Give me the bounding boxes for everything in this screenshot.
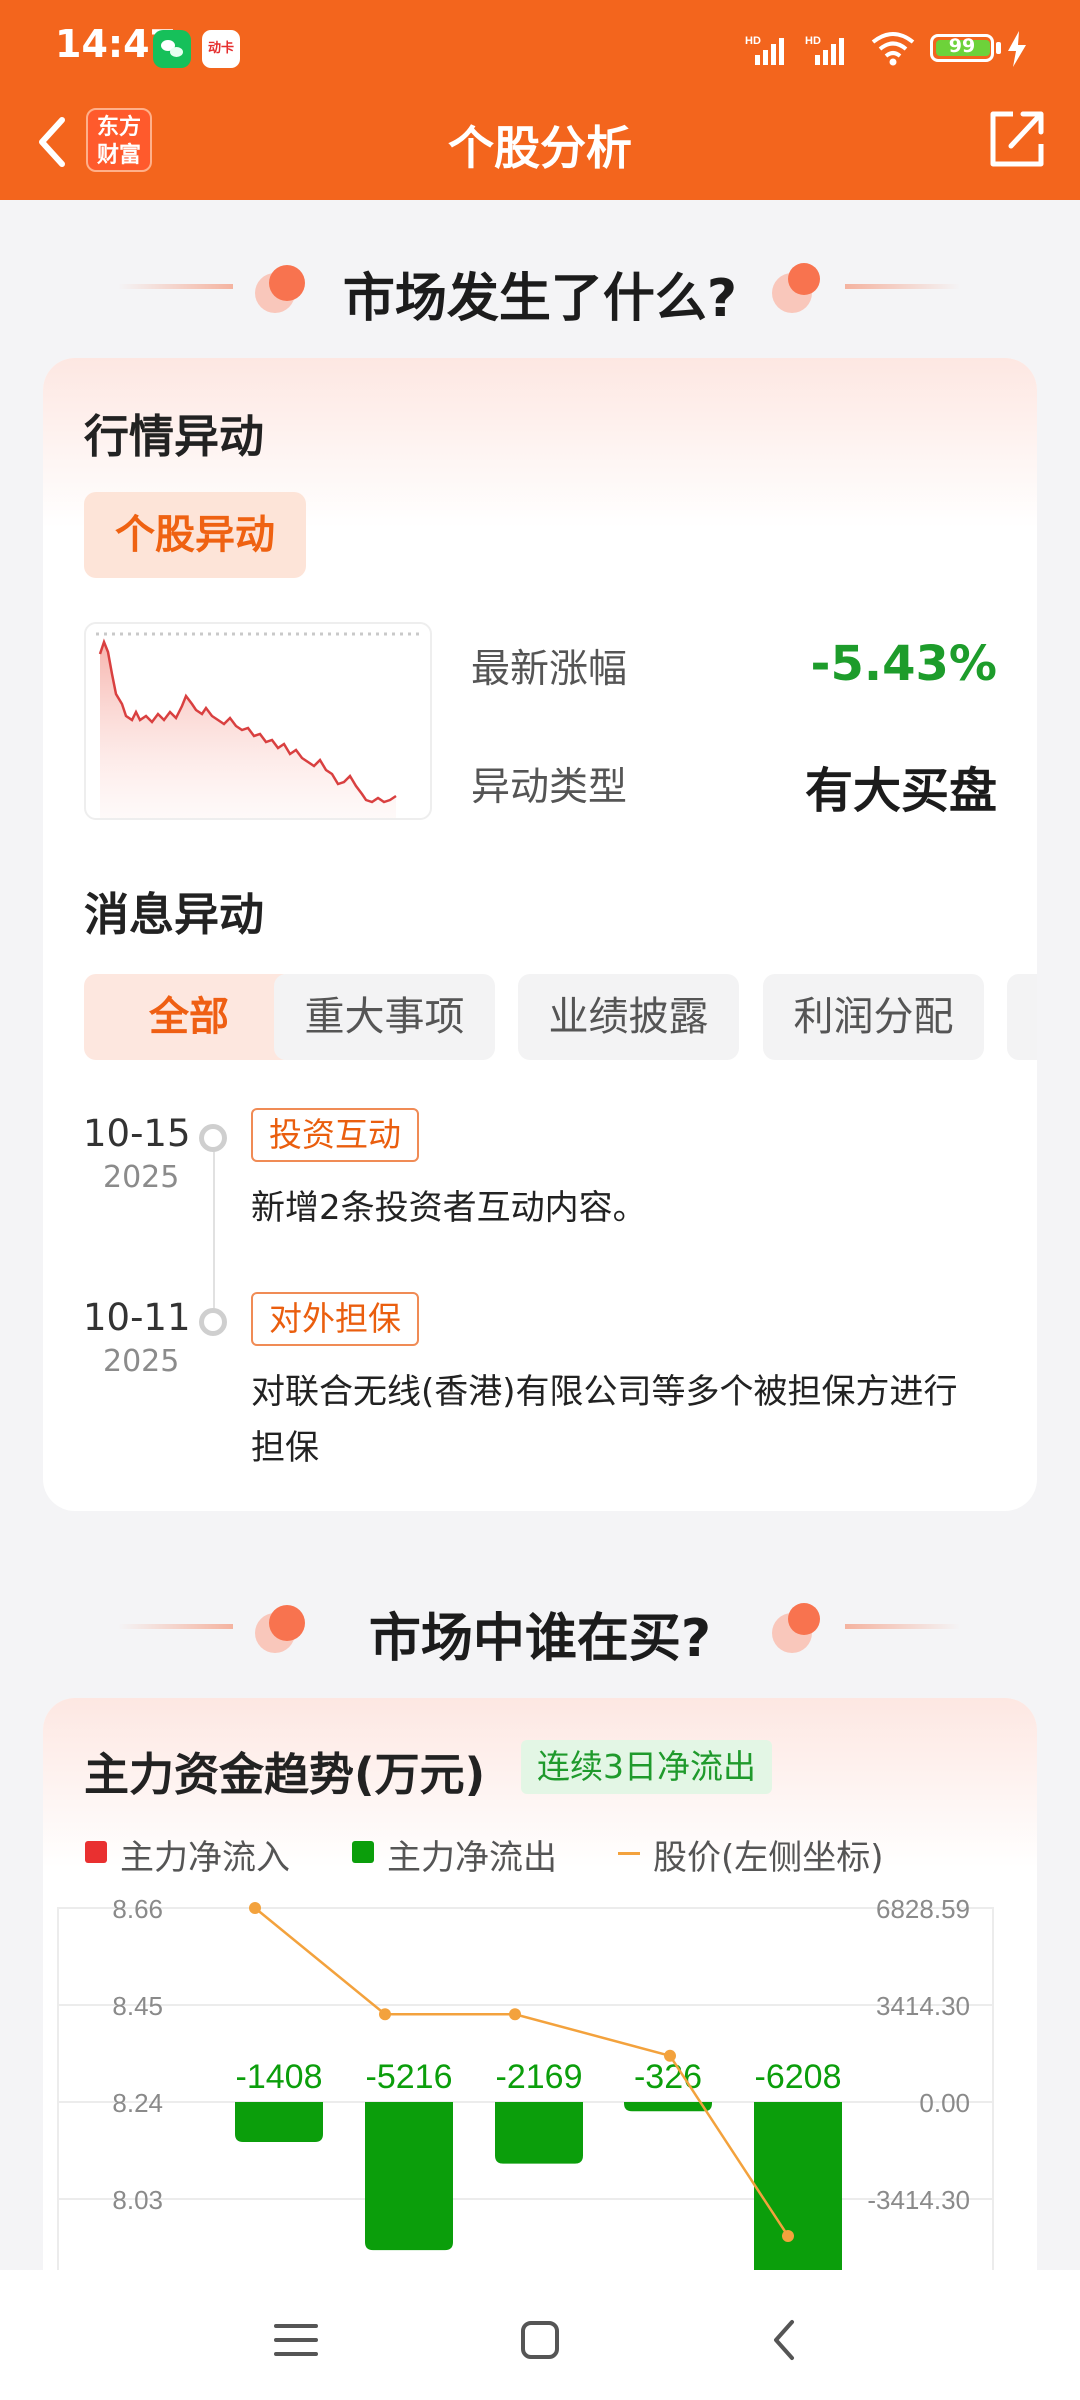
anomaly-type-label: 异动类型 (471, 765, 628, 810)
anomaly-type-value: 有大买盘 (804, 763, 997, 819)
bar-value-label: -2169 (496, 2058, 583, 2096)
timeline-text: 对联合无线(香港)有限公司等多个被担保方进行担保 (251, 1372, 958, 1468)
legend-inflow[interactable]: 主力净流入 (120, 1830, 290, 1879)
signal-icon: HD (805, 35, 844, 65)
outflow-bar (754, 2102, 842, 2279)
back-icon[interactable] (756, 2310, 816, 2370)
filter-tab-earnings[interactable]: 业绩披露 (518, 974, 739, 1060)
latest-change-value: -5.43% (810, 636, 997, 692)
signal-icon: HD (745, 35, 784, 65)
filter-tab-all[interactable]: 全部 (84, 974, 294, 1060)
signal-2-label: HD (805, 35, 821, 47)
price-point (249, 1902, 261, 1914)
price-point (509, 2008, 521, 2021)
timeline-dot (199, 1124, 227, 1152)
price-point (664, 2049, 676, 2062)
timeline-tag[interactable]: 对外担保 (251, 1292, 419, 1346)
legend-swatch-inflow (85, 1841, 107, 1863)
filter-tab-more[interactable] (1007, 974, 1037, 1060)
section-header-who-buying: 市场中谁在买? (0, 1590, 1080, 1669)
app-header: 14:47 动卡 HD HD 99 东方财富 个股分析 (0, 0, 1080, 200)
section-title: 市场中谁在买? (368, 1609, 712, 1669)
right-axis-tick: -3414.30 (867, 2185, 970, 2215)
section-header-what-happened: 市场发生了什么? (0, 250, 1080, 329)
intraday-sparkline[interactable] (84, 622, 432, 820)
timeline-text: 新增2条投资者互动内容。 (251, 1188, 647, 1228)
timeline-date: 10-11 (83, 1296, 191, 1339)
decorative-orb-icon (772, 1603, 820, 1653)
section-title: 市场发生了什么? (342, 269, 738, 329)
charging-icon (1008, 31, 1026, 67)
share-icon[interactable] (985, 108, 1047, 170)
market-anomaly-heading: 行情异动 (84, 410, 265, 463)
stock-anomaly-tag[interactable]: 个股异动 (84, 492, 306, 578)
battery-level: 99 (948, 35, 976, 57)
battery-tip (996, 42, 1001, 54)
bar-value-label: -1408 (236, 2058, 323, 2096)
page-title: 个股分析 (448, 121, 632, 175)
legend-outflow[interactable]: 主力净流出 (387, 1830, 557, 1879)
menu-icon[interactable] (266, 2310, 326, 2370)
filter-tab-profit-distribution[interactable]: 利润分配 (763, 974, 984, 1060)
timeline-date: 10-15 (83, 1112, 191, 1155)
right-axis-tick: 6828.59 (876, 1894, 970, 1924)
outflow-bar (495, 2102, 583, 2164)
latest-change-label: 最新涨幅 (471, 647, 628, 692)
price-point (782, 2229, 794, 2242)
decorative-line (845, 1624, 960, 1629)
outflow-bar (365, 2102, 453, 2251)
price-point (379, 2008, 391, 2021)
bar-value-label: -6208 (755, 2058, 842, 2096)
signal-1-label: HD (745, 35, 761, 47)
capital-flow-heading: 主力资金趋势(万元) (84, 1748, 486, 1801)
wifi-icon (871, 32, 915, 66)
timeline-year: 2025 (103, 1344, 180, 1379)
legend-price[interactable]: 股价(左侧坐标) (653, 1830, 884, 1879)
decorative-line (845, 284, 960, 289)
legend-swatch-outflow (352, 1841, 374, 1863)
net-outflow-badge: 连续3日净流出 (521, 1740, 772, 1794)
home-icon[interactable] (510, 2310, 570, 2370)
timeline-year: 2025 (103, 1160, 180, 1195)
outflow-bar (235, 2102, 323, 2143)
right-axis-tick: 3414.30 (876, 1991, 970, 2021)
outflow-bar (624, 2102, 712, 2112)
status-bar: 14:47 动卡 HD HD 99 (0, 0, 1080, 95)
market-anomaly-card: 行情异动 个股异动 最新涨幅 -5.43% 异动类型 有大买盘 消息异动 全部 … (43, 358, 1037, 1511)
system-nav-bar (0, 2270, 1080, 2400)
news-anomaly-heading: 消息异动 (84, 888, 265, 941)
wechat-icon (153, 30, 191, 68)
timeline-line (213, 1150, 215, 1330)
decorative-orb-icon (772, 263, 820, 313)
timeline-dot (199, 1308, 227, 1336)
bar-value-label: -5216 (366, 2058, 453, 2096)
legend-swatch-price (618, 1852, 640, 1855)
timeline-tag[interactable]: 投资互动 (251, 1108, 419, 1162)
left-axis-tick: 8.03 (112, 2185, 163, 2215)
left-axis-tick: 8.24 (112, 2088, 163, 2118)
battery-icon: 99 (930, 34, 994, 62)
app-notification-icon: 动卡 (202, 30, 240, 68)
left-axis-tick: 8.66 (112, 1894, 163, 1924)
right-axis-tick: 0.00 (919, 2088, 970, 2118)
left-axis-tick: 8.45 (112, 1991, 163, 2021)
filter-tab-major-events[interactable]: 重大事项 (274, 974, 495, 1060)
